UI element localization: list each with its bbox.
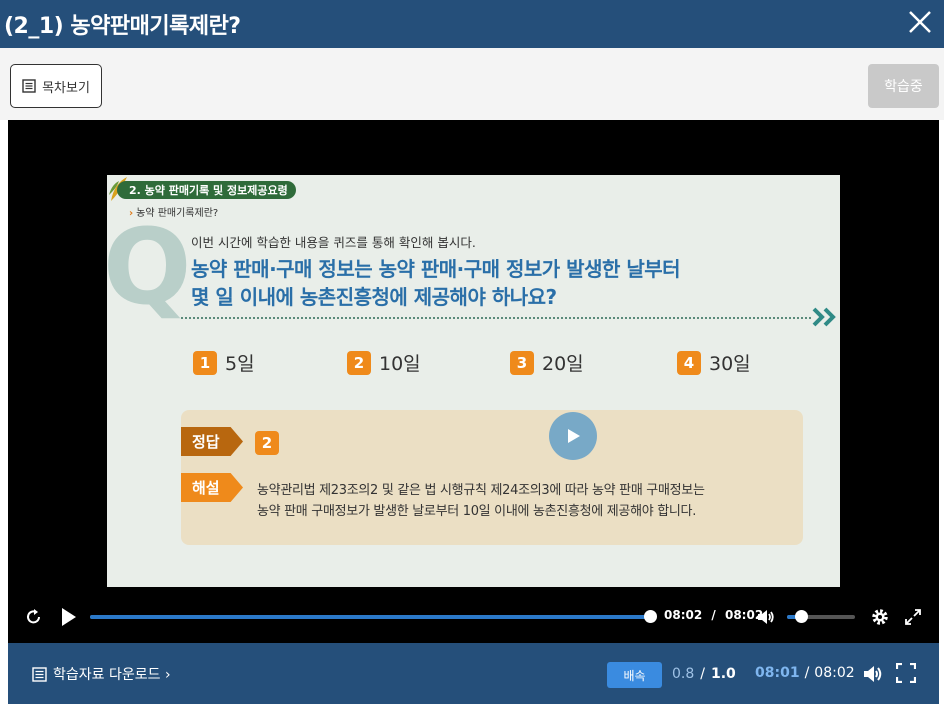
progress-bar[interactable] — [90, 610, 657, 623]
video-player[interactable]: 2. 농약 판매기록 및 정보제공요령 › 농약 판매기록제란? Q 이번 시간에… — [8, 120, 939, 643]
option-number: 2 — [347, 350, 371, 375]
toc-button[interactable]: 목차보기 — [10, 64, 102, 108]
speed-display: 0.8 / 1.0 — [672, 666, 736, 682]
bottom-time-separator: / — [804, 665, 810, 681]
bottom-time-display: 08:01/08:02 — [755, 665, 855, 681]
fullscreen-icon[interactable] — [896, 663, 916, 683]
volume-icon[interactable] — [756, 607, 776, 627]
speed-separator: / — [700, 666, 705, 682]
play-overlay-button[interactable] — [549, 412, 597, 460]
speed-current: 0.8 — [672, 666, 695, 682]
answer-box: 정답 2 해설 농약관리법 제23조의2 및 같은 법 시행규칙 제24조의3에… — [181, 410, 803, 545]
player-controls: 08:02 / 08:02 — [8, 596, 939, 636]
divider — [181, 317, 811, 319]
answer-badge: 정답 — [181, 427, 243, 456]
play-button[interactable] — [60, 607, 78, 627]
download-label: 학습자료 다운로드 › — [53, 667, 171, 683]
volume-icon[interactable] — [862, 663, 884, 685]
volume-slider[interactable] — [787, 610, 855, 623]
time-display: 08:02 / 08:02 — [664, 608, 763, 622]
current-time: 08:02 — [664, 608, 703, 622]
explanation-badge: 해설 — [181, 473, 243, 502]
quiz-intro: 이번 시간에 학습한 내용을 퀴즈를 통해 확인해 봅시다. — [191, 235, 476, 250]
bottom-current-time: 08:01 — [755, 665, 800, 681]
speed-max: 1.0 — [710, 666, 736, 682]
answer-number: 2 — [255, 431, 279, 455]
play-icon — [568, 429, 580, 443]
quiz-question: 농약 판매·구매 정보는 농약 판매·구매 정보가 발생한 날부터 몇 일 이내… — [191, 255, 791, 311]
option-2: 2 10일 — [347, 349, 421, 376]
explanation-text: 농약관리법 제23조의2 및 같은 법 시행규칙 제24조의3에 따라 농약 판… — [257, 480, 797, 522]
double-chevron-icon — [812, 307, 836, 327]
time-separator: / — [711, 608, 716, 622]
explanation-line-1: 농약관리법 제23조의2 및 같은 법 시행규칙 제24조의3에 따라 농약 판… — [257, 483, 705, 498]
bottom-bar: 학습자료 다운로드 › 배속 0.8/1.0 08:01/08:02 — [8, 643, 939, 704]
option-text: 5일 — [225, 353, 255, 375]
speed-button[interactable]: 배속 — [607, 662, 662, 688]
question-line-1: 농약 판매·구매 정보는 농약 판매·구매 정보가 발생한 날부터 — [191, 257, 681, 281]
option-4: 4 30일 — [677, 349, 751, 376]
document-icon — [32, 666, 47, 682]
list-icon — [22, 79, 36, 93]
close-icon[interactable] — [906, 8, 934, 36]
explanation-line-2: 농약 판매 구매정보가 발생한 날로부터 10일 이내에 농촌진흥청에 제공해야… — [257, 504, 697, 519]
section-tag: 2. 농약 판매기록 및 정보제공요령 — [117, 181, 296, 199]
option-number: 3 — [510, 350, 534, 375]
toolbar: 목차보기 학습중 — [0, 48, 944, 120]
bottom-total-time: 08:02 — [814, 665, 855, 681]
fullscreen-icon[interactable] — [904, 608, 922, 626]
option-text: 30일 — [709, 353, 751, 375]
toc-button-label: 목차보기 — [42, 80, 90, 96]
download-materials-link[interactable]: 학습자료 다운로드 › — [32, 664, 171, 684]
learning-status-button[interactable]: 학습중 — [868, 64, 939, 108]
question-line-2: 몇 일 이내에 농촌진흥청에 제공해야 하나요? — [191, 285, 557, 309]
option-text: 10일 — [379, 353, 421, 375]
progress-fill — [90, 615, 650, 619]
option-number: 4 — [677, 350, 701, 375]
gear-icon[interactable] — [870, 607, 890, 627]
video-frame: 2. 농약 판매기록 및 정보제공요령 › 농약 판매기록제란? Q 이번 시간에… — [107, 175, 840, 587]
replay-icon[interactable] — [24, 607, 44, 627]
progress-handle[interactable] — [644, 610, 657, 623]
q-letter: Q — [107, 206, 192, 328]
option-3: 3 20일 — [510, 349, 584, 376]
window-title: (2_1) 농약판매기록제란? — [4, 14, 241, 39]
option-text: 20일 — [542, 353, 584, 375]
title-bar: (2_1) 농약판매기록제란? — [0, 0, 944, 48]
volume-handle[interactable] — [794, 610, 808, 623]
option-1: 1 5일 — [193, 349, 255, 376]
option-number: 1 — [193, 350, 217, 375]
